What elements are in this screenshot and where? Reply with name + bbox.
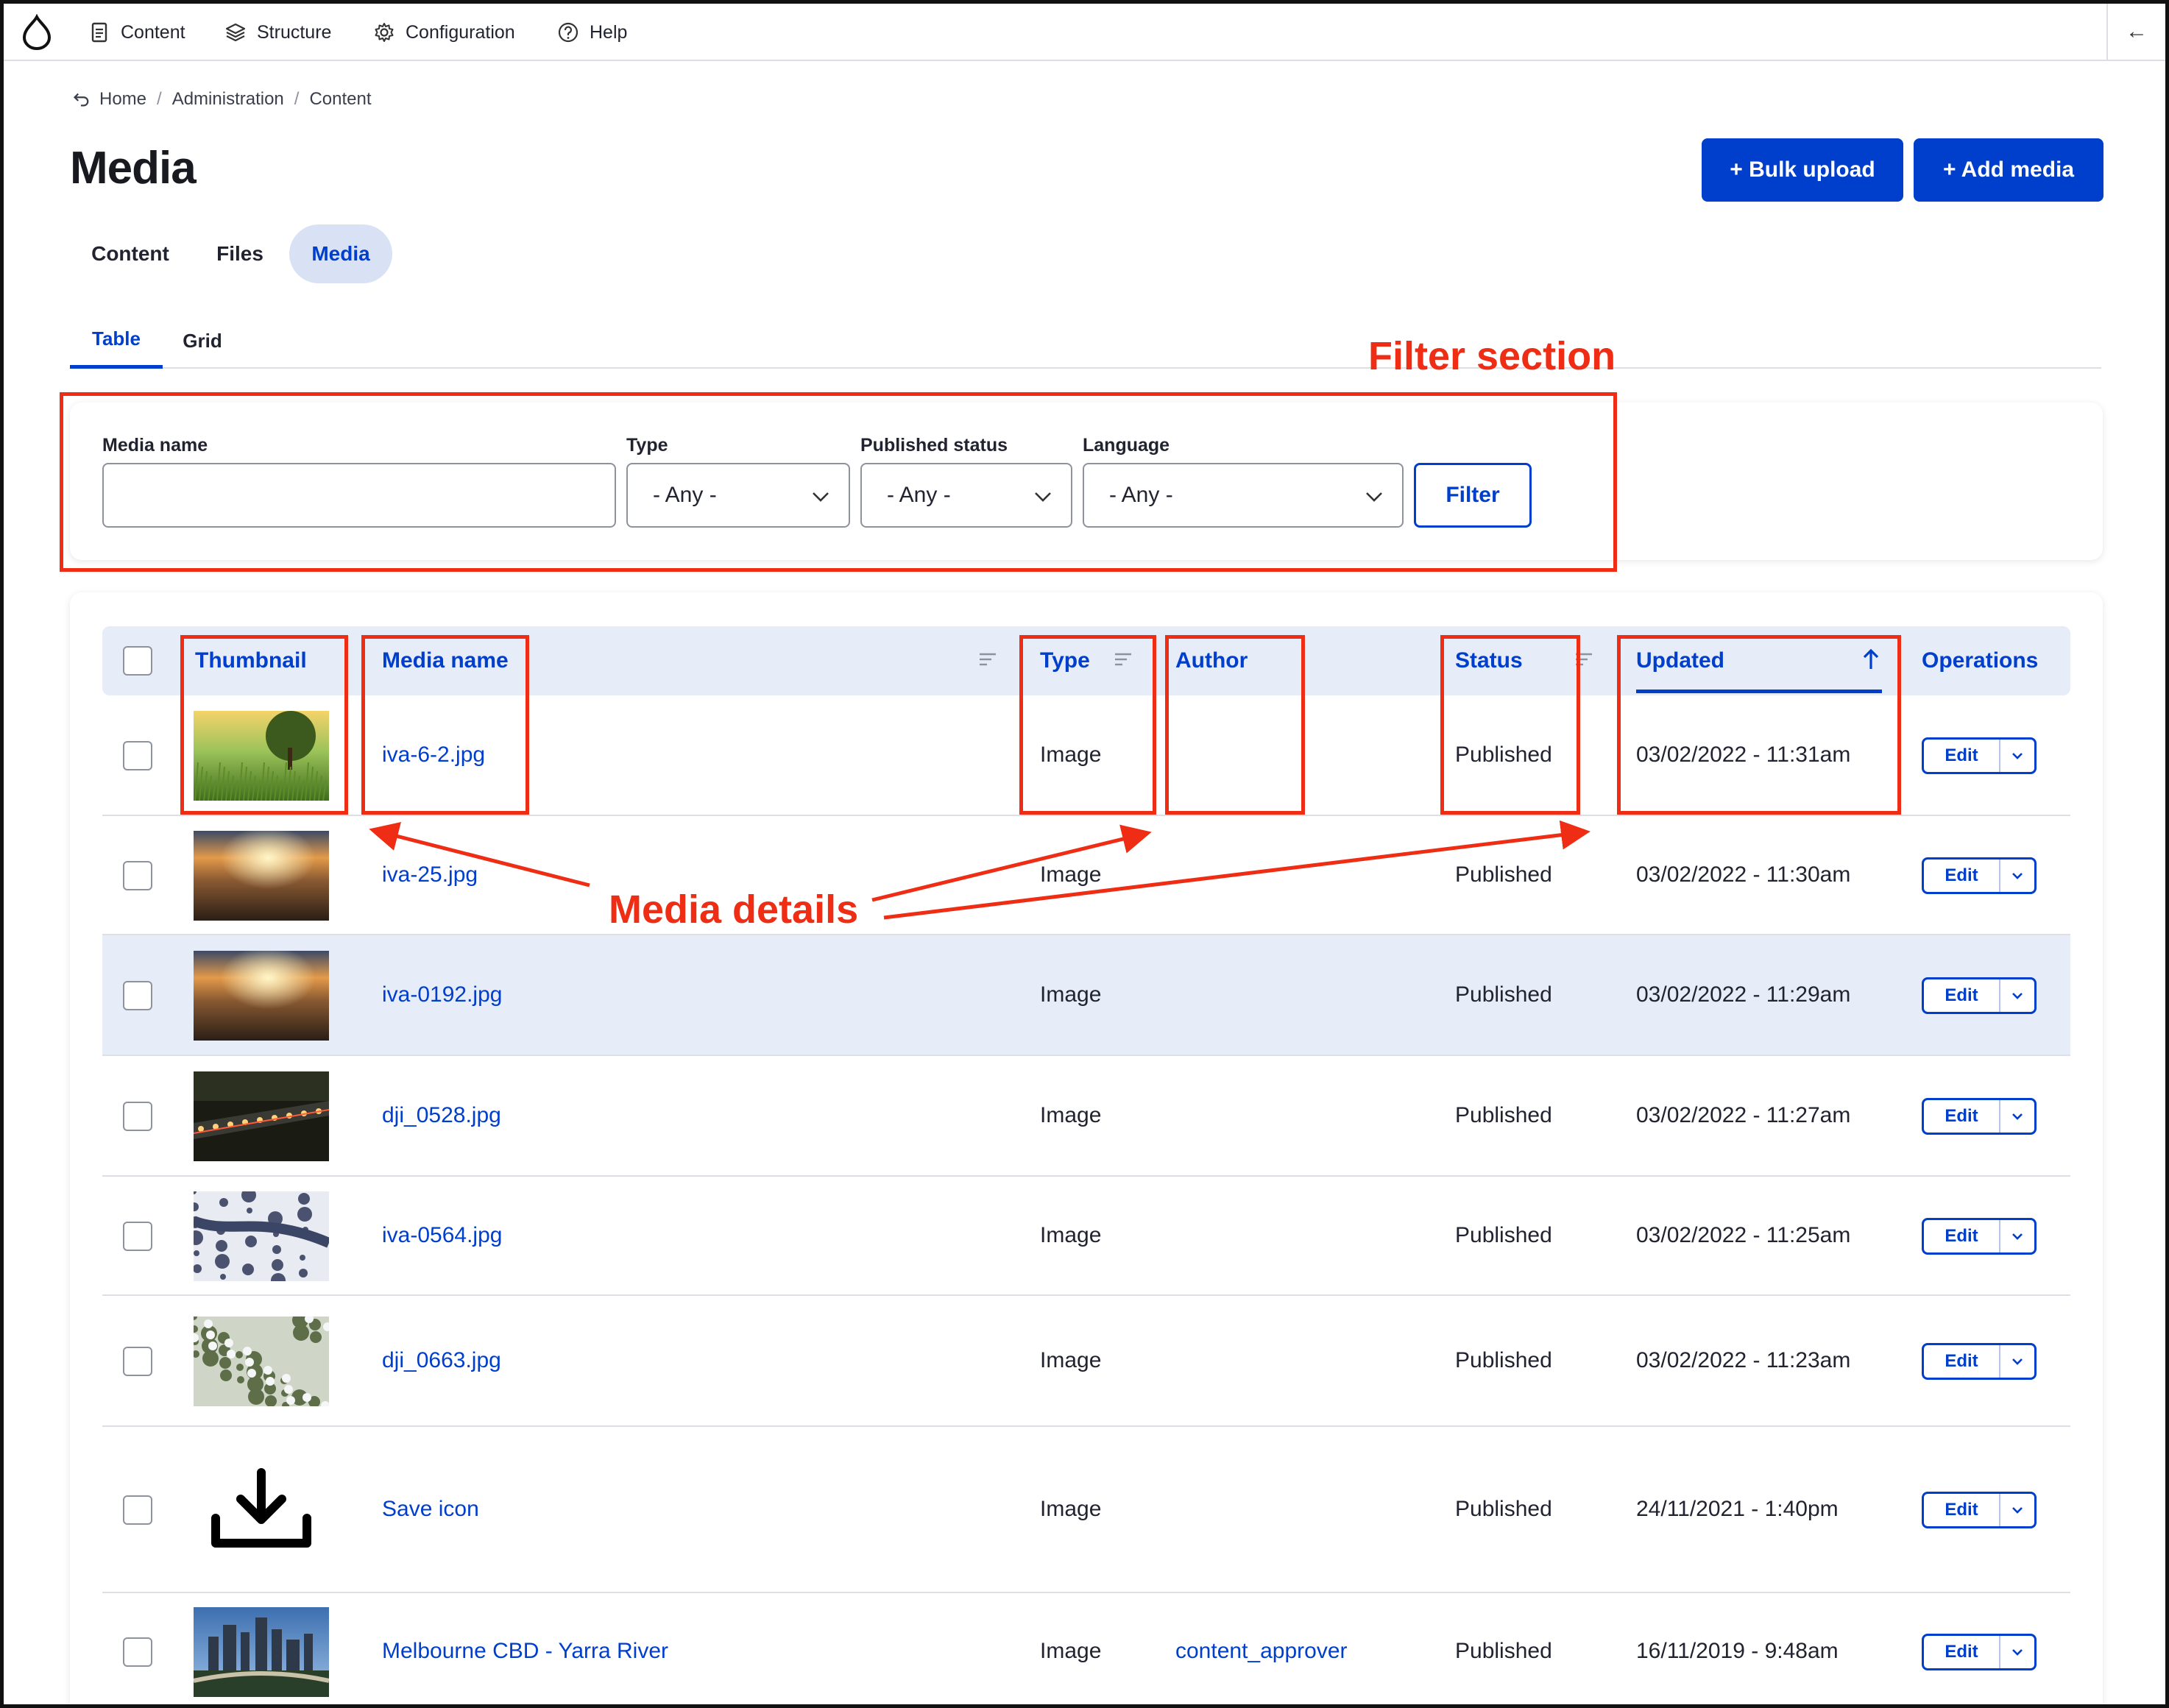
annotation-arrows — [369, 820, 1591, 920]
screenshot-frame: Content Structure Configuration Help ← H… — [0, 0, 2169, 1708]
annotation-arrow-to-status — [883, 820, 1591, 920]
annotation-arrow-to-thumbnail — [369, 822, 590, 887]
